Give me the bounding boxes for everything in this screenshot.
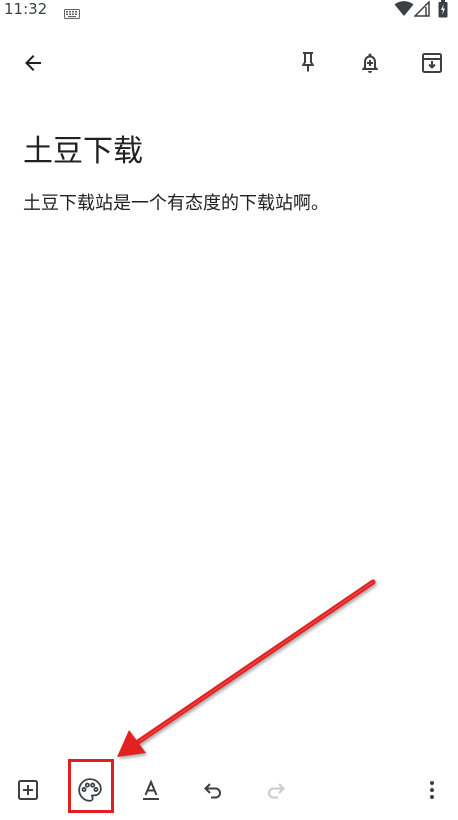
note-title[interactable]: 土豆下载	[23, 132, 143, 172]
add-button[interactable]	[8, 772, 48, 812]
undo-icon	[201, 778, 225, 806]
add-box-icon	[16, 778, 40, 806]
status-time: 11:32	[4, 0, 48, 18]
text-format-icon	[139, 778, 163, 806]
more-vert-icon	[420, 778, 444, 806]
redo-icon	[264, 778, 288, 806]
redo-button[interactable]	[256, 772, 296, 812]
undo-button[interactable]	[193, 772, 233, 812]
archive-button[interactable]	[412, 45, 452, 85]
text-format-button[interactable]	[131, 772, 171, 812]
color-palette-button[interactable]	[70, 772, 110, 812]
back-button[interactable]	[13, 45, 53, 85]
bottom-toolbar	[0, 768, 458, 820]
archive-icon	[420, 51, 444, 79]
top-toolbar	[0, 40, 458, 90]
reminder-button[interactable]	[350, 45, 390, 85]
reminder-bell-icon	[358, 51, 382, 79]
more-options-button[interactable]	[412, 772, 452, 812]
annotation-arrow	[117, 579, 376, 757]
note-body[interactable]: 土豆下载站是一个有态度的下载站啊。	[23, 191, 329, 217]
pin-button[interactable]	[288, 44, 328, 84]
palette-icon	[77, 777, 103, 807]
pin-icon	[296, 50, 320, 78]
status-bar: 11:32	[0, 0, 458, 22]
status-icons	[394, 0, 454, 20]
keyboard-icon	[64, 4, 80, 19]
back-arrow-icon	[21, 51, 45, 79]
